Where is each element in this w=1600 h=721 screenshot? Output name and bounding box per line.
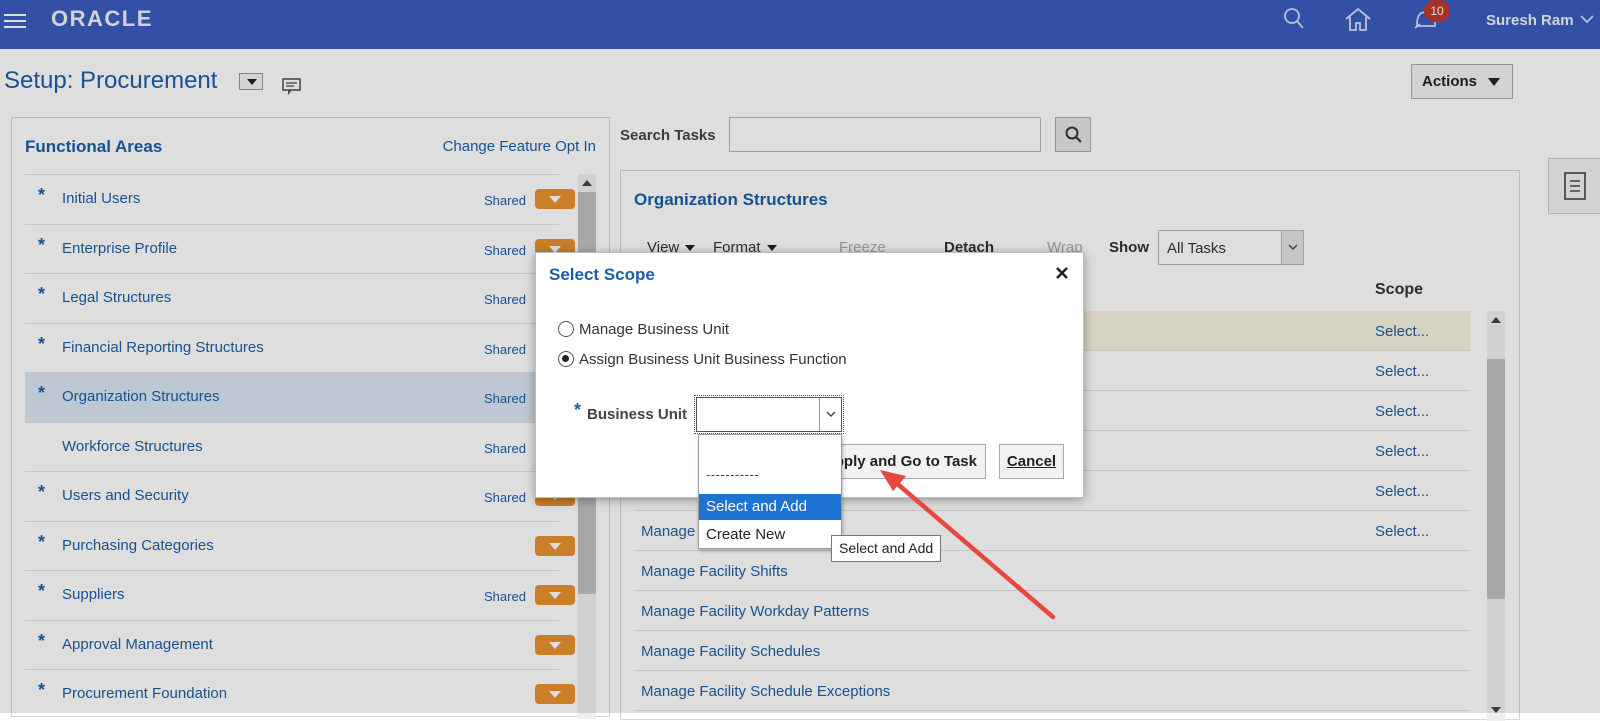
business-unit-dropdown-list: ----------- Select and Add Create New — [698, 434, 842, 549]
dropdown-option-create-new[interactable]: Create New — [699, 522, 841, 548]
radio-button-checked[interactable] — [558, 351, 574, 367]
dropdown-option-select-and-add[interactable]: Select and Add — [699, 494, 841, 520]
required-indicator: * — [574, 400, 582, 420]
assign-business-function-label: Assign Business Unit Business Function — [579, 351, 847, 368]
dropdown-separator: ----------- — [706, 467, 760, 482]
dropdown-option-blank[interactable] — [699, 435, 841, 461]
business-unit-label: Business Unit — [587, 406, 688, 423]
dialog-title: Select Scope — [549, 265, 655, 284]
close-icon[interactable] — [1055, 266, 1069, 280]
manage-business-unit-label: Manage Business Unit — [579, 321, 730, 338]
radio-button[interactable] — [558, 321, 574, 337]
chevron-down-icon[interactable] — [819, 398, 841, 431]
option-tooltip: Select and Add — [831, 535, 942, 562]
cancel-button[interactable]: Cancel — [999, 444, 1064, 479]
business-unit-select[interactable] — [694, 395, 844, 434]
